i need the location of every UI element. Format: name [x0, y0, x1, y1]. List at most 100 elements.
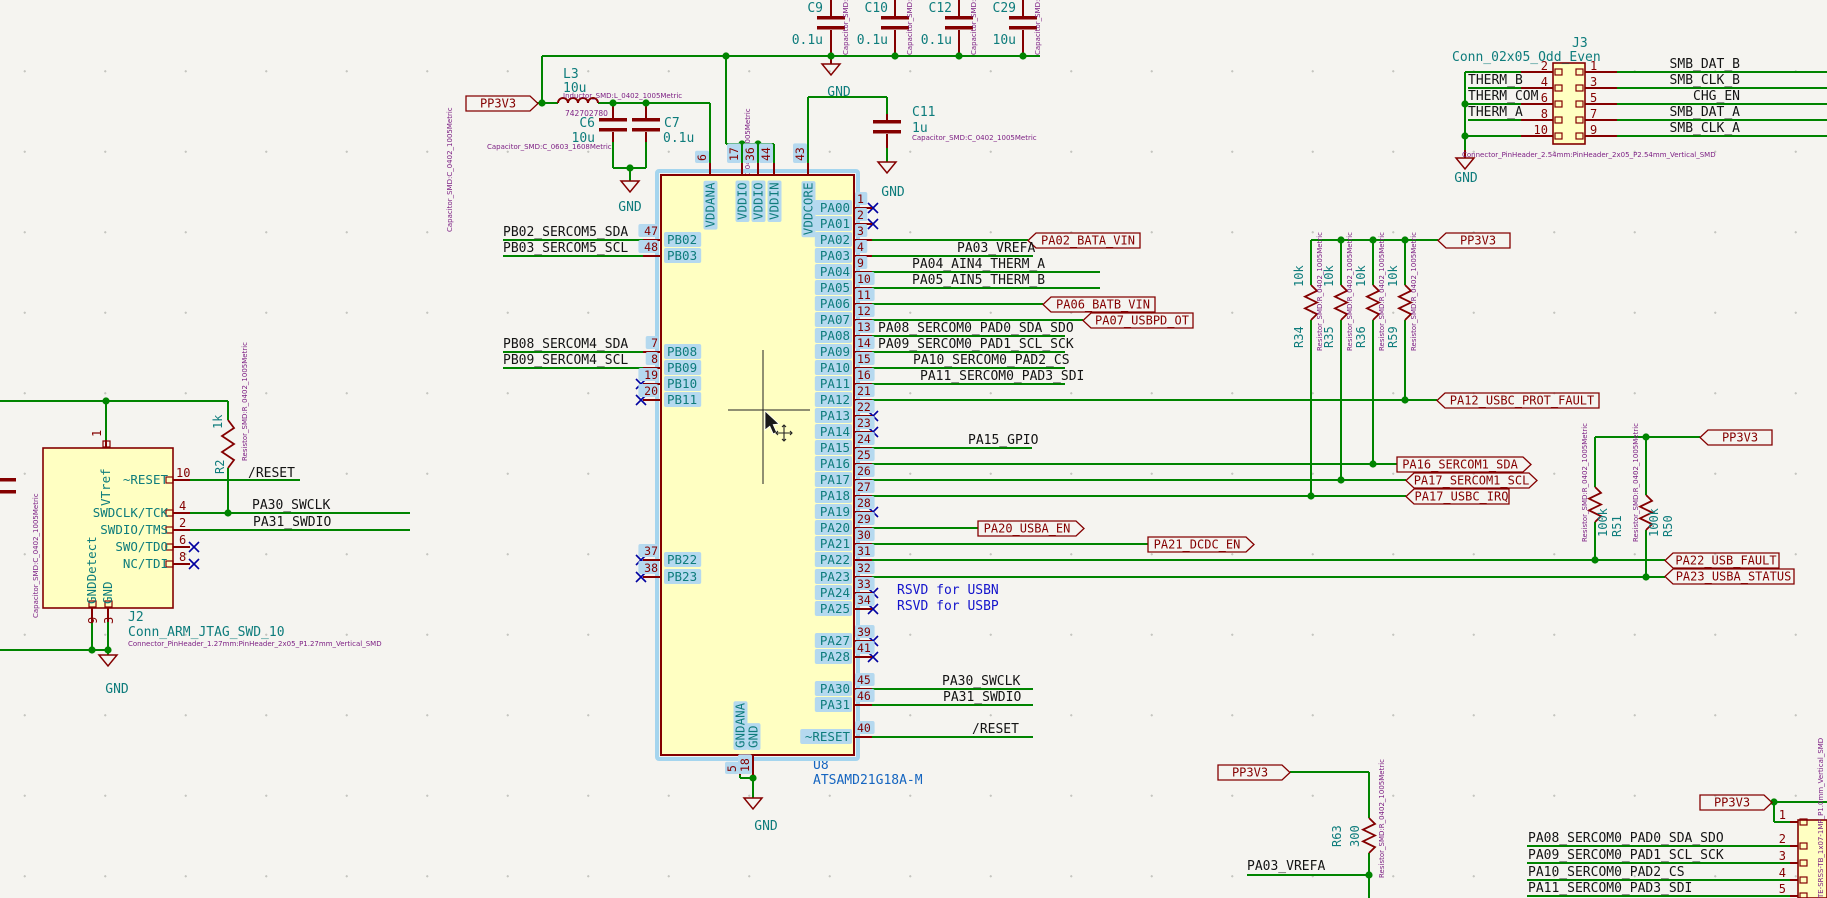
- pin-number[interactable]: 10: [857, 272, 871, 286]
- component-field[interactable]: SWDCLK/TCK: [93, 505, 169, 520]
- component-field-vertical[interactable]: R50: [1661, 515, 1675, 537]
- pin-number[interactable]: 29: [857, 512, 871, 526]
- net-label[interactable]: /RESET: [248, 466, 295, 481]
- net-label[interactable]: PB03_SERCOM5_SCL: [503, 241, 628, 256]
- note-text[interactable]: RSVD for USBN: [897, 583, 999, 598]
- net-label[interactable]: PA31_SWDIO: [253, 515, 331, 530]
- pin-number[interactable]: 15: [857, 352, 871, 366]
- pin-name-PA30[interactable]: PA30: [820, 681, 850, 696]
- component-field-vertical[interactable]: R34: [1292, 326, 1306, 348]
- component-field-vertical[interactable]: R51: [1610, 515, 1624, 537]
- pin-number[interactable]: 8: [1541, 107, 1548, 121]
- global-label-text[interactable]: PA22_USB_FAULT: [1675, 554, 1776, 568]
- component-field[interactable]: Conn_02x05_Odd_Even: [1452, 50, 1601, 65]
- capacitor-C9[interactable]: [817, 26, 845, 30]
- net-label[interactable]: THERM_A: [1468, 105, 1523, 120]
- component-field-vertical[interactable]: R36: [1354, 326, 1368, 348]
- pin-name-PA28[interactable]: PA28: [820, 649, 850, 664]
- pin-number[interactable]: 20: [644, 384, 658, 398]
- gnd-label[interactable]: GND: [105, 682, 129, 697]
- global-label-text[interactable]: PA06_BATB_VIN: [1056, 298, 1150, 312]
- pin-number[interactable]: 4: [1779, 866, 1786, 880]
- gnd-label[interactable]: GND: [754, 819, 778, 834]
- pin-name-PA14[interactable]: PA14: [820, 424, 850, 439]
- pin-name-PA09[interactable]: PA09: [820, 344, 850, 359]
- component-field[interactable]: J2: [128, 610, 144, 625]
- pin-number[interactable]: 11: [857, 288, 871, 302]
- pin-number[interactable]: 5: [1590, 91, 1597, 105]
- footprint-field-vertical[interactable]: Capacitor_SMD:C_0805_2012Metric: [1034, 0, 1042, 55]
- capacitor-C10[interactable]: [881, 16, 909, 20]
- component-field[interactable]: J3: [1572, 36, 1588, 51]
- pin-name-PA21[interactable]: PA21: [820, 536, 850, 551]
- component-field-vertical[interactable]: R59: [1386, 326, 1400, 348]
- component-field[interactable]: ~RESET: [123, 472, 169, 487]
- net-label[interactable]: PA08_SERCOM0_PAD0_SDA_SDO: [878, 321, 1074, 336]
- pin-name-PA27[interactable]: PA27: [820, 633, 850, 648]
- component-field-vertical[interactable]: 9: [86, 617, 100, 624]
- gnd-symbol[interactable]: [97, 654, 119, 668]
- net-label[interactable]: PB08_SERCOM4_SDA: [503, 337, 628, 352]
- pin-name-PB09[interactable]: PB09: [667, 360, 697, 375]
- component-field[interactable]: C6: [579, 116, 595, 131]
- pin-name-PA23[interactable]: PA23: [820, 569, 850, 584]
- pin-number[interactable]: 31: [857, 544, 871, 558]
- net-label[interactable]: SMB_CLK_A: [1670, 121, 1741, 136]
- global-label-text[interactable]: PP3V3: [1460, 234, 1496, 248]
- pin-number[interactable]: 10: [1534, 123, 1548, 137]
- pin-name-PA19[interactable]: PA19: [820, 504, 850, 519]
- footprint-field[interactable]: Capacitor_SMD:C_0402_1005Metric: [912, 134, 1037, 142]
- pin-number[interactable]: 28: [857, 496, 871, 510]
- component-field[interactable]: NC/TDI: [123, 556, 168, 571]
- net-label[interactable]: PA10_SERCOM0_PAD2_CS: [1528, 865, 1685, 880]
- resistor-R63[interactable]: [1360, 817, 1378, 854]
- footprint-field-vertical[interactable]: Capacitor_SMD:C_0402_1005Metric: [970, 0, 978, 55]
- pin-number[interactable]: 6: [179, 533, 186, 547]
- pin-name-PA06[interactable]: PA06: [820, 296, 850, 311]
- net-label[interactable]: PA11_SERCOM0_PAD3_SDI: [920, 369, 1084, 384]
- net-label[interactable]: PA03_VREFA: [1247, 859, 1325, 874]
- note-text[interactable]: RSVD for USBP: [897, 599, 999, 614]
- pin-name-PA17[interactable]: PA17: [820, 472, 850, 487]
- gnd-label[interactable]: GND: [881, 185, 905, 200]
- pin-number[interactable]: 47: [644, 224, 658, 238]
- component-field[interactable]: 10u: [993, 33, 1016, 48]
- footprint-field-vertical[interactable]: Capacitor_SMD:C_0402_1005Metric: [446, 107, 454, 232]
- capacitor-C9[interactable]: [817, 16, 845, 20]
- component-field[interactable]: C12: [929, 1, 952, 16]
- footprint-field-vertical[interactable]: Resistor_SMD:R_0402_1005Metric: [1346, 232, 1354, 351]
- pin-number[interactable]: 32: [857, 561, 871, 575]
- pin-name-PA08[interactable]: PA08: [820, 328, 850, 343]
- pin-number[interactable]: 9: [1590, 123, 1597, 137]
- net-label[interactable]: PA30_SWCLK: [942, 674, 1020, 689]
- component-field[interactable]: C29: [993, 1, 1016, 16]
- global-label-text[interactable]: PA21_DCDC_EN: [1154, 538, 1241, 552]
- pin-name-PA15[interactable]: PA15: [820, 440, 850, 455]
- footprint-field-vertical[interactable]: Resistor_SMD:R_0402_1005Metric: [1410, 232, 1418, 351]
- pin-number[interactable]: 21: [857, 384, 871, 398]
- pin-name-PA04[interactable]: PA04: [820, 264, 850, 279]
- pin-number[interactable]: 48: [644, 240, 658, 254]
- footprint-field-vertical[interactable]: Resistor_SMD:R_0402_1005Metric: [1316, 232, 1324, 351]
- pin-name-PA16[interactable]: PA16: [820, 456, 850, 471]
- gnd-symbol[interactable]: [820, 63, 842, 77]
- component-field-vertical[interactable]: R35: [1322, 326, 1336, 348]
- component-field[interactable]: Conn_ARM_JTAG_SWD_10: [128, 625, 285, 640]
- pin-number[interactable]: 7: [1590, 107, 1597, 121]
- component-field-vertical[interactable]: R63: [1330, 825, 1344, 847]
- component-field[interactable]: C7: [664, 116, 680, 131]
- pin-name-~RESET[interactable]: ~RESET: [805, 729, 851, 744]
- pin-number[interactable]: 19: [644, 368, 658, 382]
- net-label[interactable]: PA11_SERCOM0_PAD3_SDI: [1528, 881, 1692, 896]
- net-label[interactable]: THERM_B: [1468, 73, 1523, 88]
- pin-number[interactable]: 33: [857, 577, 871, 591]
- net-label[interactable]: THERM_COM: [1468, 89, 1539, 104]
- pin-number[interactable]: 4: [179, 499, 186, 513]
- pin-number[interactable]: 3: [1590, 75, 1597, 89]
- pin-number[interactable]: 39: [857, 625, 871, 639]
- net-label[interactable]: PA09_SERCOM0_PAD1_SCL_SCK: [878, 337, 1074, 352]
- pin-number[interactable]: 3: [857, 224, 864, 238]
- pin-number[interactable]: 40: [857, 721, 871, 735]
- global-label-text[interactable]: PA20_USBA_EN: [984, 522, 1071, 536]
- pin-number[interactable]: 9: [857, 256, 864, 270]
